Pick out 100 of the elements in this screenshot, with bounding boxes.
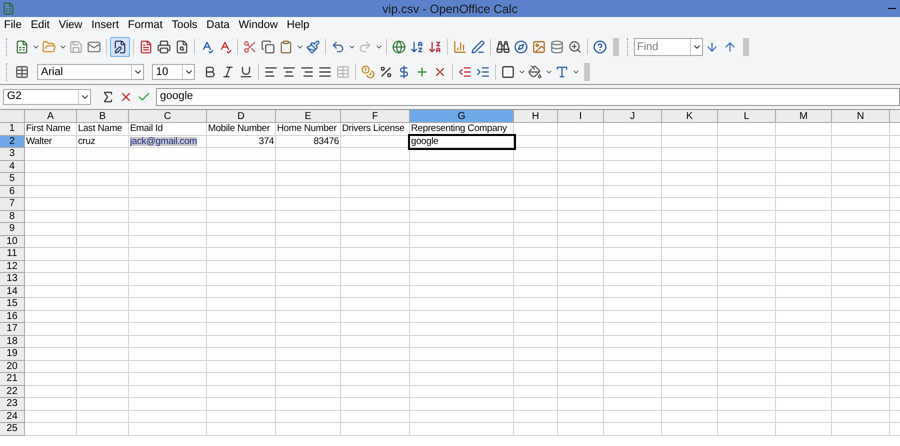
table-cell[interactable]: [662, 423, 718, 436]
table-cell[interactable]: [662, 310, 718, 323]
table-cell[interactable]: [77, 410, 129, 423]
table-cell[interactable]: [604, 173, 662, 186]
table-cell[interactable]: [832, 273, 890, 286]
table-cell[interactable]: [718, 398, 776, 410]
table-cell[interactable]: [129, 236, 207, 248]
menu-item[interactable]: Help: [286, 17, 310, 34]
table-cell[interactable]: [662, 398, 718, 410]
table-cell[interactable]: [276, 386, 341, 398]
row-header[interactable]: 8: [0, 210, 25, 223]
table-cell[interactable]: [832, 360, 890, 373]
column-header[interactable]: H: [514, 110, 558, 123]
table-cell[interactable]: google: [410, 136, 514, 148]
table-cell[interactable]: [276, 210, 341, 223]
table-cell[interactable]: [832, 186, 890, 198]
row-header[interactable]: 3: [0, 148, 25, 160]
caret-icon[interactable]: [296, 43, 304, 51]
table-cell[interactable]: [718, 423, 776, 436]
table-cell[interactable]: [276, 260, 341, 273]
table-cell[interactable]: [776, 210, 832, 223]
table-cell[interactable]: [604, 260, 662, 273]
table-cell[interactable]: [514, 373, 558, 386]
table-cell[interactable]: [662, 373, 718, 386]
table-cell[interactable]: [604, 360, 662, 373]
row-header[interactable]: 7: [0, 198, 25, 210]
table-cell[interactable]: [514, 123, 558, 136]
table-cell[interactable]: [276, 173, 341, 186]
table-cell[interactable]: [514, 198, 558, 210]
table-cell[interactable]: [410, 248, 514, 260]
table-cell[interactable]: [341, 236, 410, 248]
table-cell[interactable]: [207, 323, 276, 336]
toolbar-overflow-handle[interactable]: [743, 38, 749, 56]
menu-item[interactable]: View: [58, 17, 82, 34]
table-cell[interactable]: [77, 273, 129, 286]
table-cell[interactable]: [207, 236, 276, 248]
table-cell[interactable]: [832, 248, 890, 260]
printer-icon[interactable]: [155, 38, 173, 56]
table-cell[interactable]: [207, 423, 276, 436]
table-cell[interactable]: [514, 398, 558, 410]
table-cell[interactable]: [776, 286, 832, 298]
table-cell[interactable]: [604, 160, 662, 173]
table-cell[interactable]: [558, 360, 604, 373]
table-cell[interactable]: [77, 373, 129, 386]
menu-item[interactable]: Edit: [30, 17, 50, 34]
table-cell[interactable]: [776, 386, 832, 398]
column-header[interactable]: [890, 110, 900, 123]
table-cell[interactable]: [514, 348, 558, 360]
table-cell[interactable]: [832, 286, 890, 298]
table-cell[interactable]: [276, 310, 341, 323]
table-cell[interactable]: [832, 123, 890, 136]
image-icon[interactable]: [530, 38, 548, 56]
table-cell[interactable]: [77, 173, 129, 186]
toolbar-grip[interactable]: [6, 63, 9, 81]
table-cell[interactable]: [77, 260, 129, 273]
table-cell[interactable]: [276, 360, 341, 373]
table-cell[interactable]: [25, 160, 77, 173]
table-cell[interactable]: [662, 123, 718, 136]
table-cell[interactable]: [25, 348, 77, 360]
table-cell[interactable]: [604, 248, 662, 260]
row-header[interactable]: 19: [0, 348, 25, 360]
table-cell[interactable]: [604, 236, 662, 248]
table-cell[interactable]: [718, 360, 776, 373]
table-cell[interactable]: [129, 273, 207, 286]
table-cell[interactable]: [718, 410, 776, 423]
row-header[interactable]: 16: [0, 310, 25, 323]
table-cell[interactable]: [129, 373, 207, 386]
table-cell[interactable]: [558, 373, 604, 386]
table-cell[interactable]: [77, 148, 129, 160]
table-cell[interactable]: [776, 398, 832, 410]
merge-cells-icon[interactable]: [334, 63, 352, 81]
table-cell[interactable]: [514, 136, 558, 148]
table-cell[interactable]: [341, 223, 410, 236]
table-cell[interactable]: [832, 160, 890, 173]
table-cell[interactable]: [25, 310, 77, 323]
table-cell[interactable]: [604, 273, 662, 286]
table-cell[interactable]: [832, 173, 890, 186]
table-cell[interactable]: [558, 210, 604, 223]
table-cell[interactable]: [77, 160, 129, 173]
table-cell[interactable]: [129, 223, 207, 236]
table-cell[interactable]: [514, 360, 558, 373]
table-cell[interactable]: [77, 223, 129, 236]
table-cell[interactable]: [776, 260, 832, 273]
table-cell[interactable]: [410, 210, 514, 223]
table-cell[interactable]: [25, 260, 77, 273]
table-cell[interactable]: [341, 410, 410, 423]
table-cell[interactable]: [341, 360, 410, 373]
table-cell[interactable]: [558, 323, 604, 336]
table-cell[interactable]: Drivers License: [341, 123, 410, 136]
table-cell[interactable]: [604, 386, 662, 398]
table-cell[interactable]: [25, 286, 77, 298]
table-cell[interactable]: [410, 336, 514, 348]
table-cell[interactable]: [558, 423, 604, 436]
table-cell[interactable]: [662, 336, 718, 348]
table-cell[interactable]: [207, 398, 276, 410]
table-cell[interactable]: [832, 260, 890, 273]
table-cell[interactable]: [514, 248, 558, 260]
table-cell[interactable]: [558, 160, 604, 173]
column-header[interactable]: E: [276, 110, 341, 123]
table-cell[interactable]: [341, 298, 410, 310]
